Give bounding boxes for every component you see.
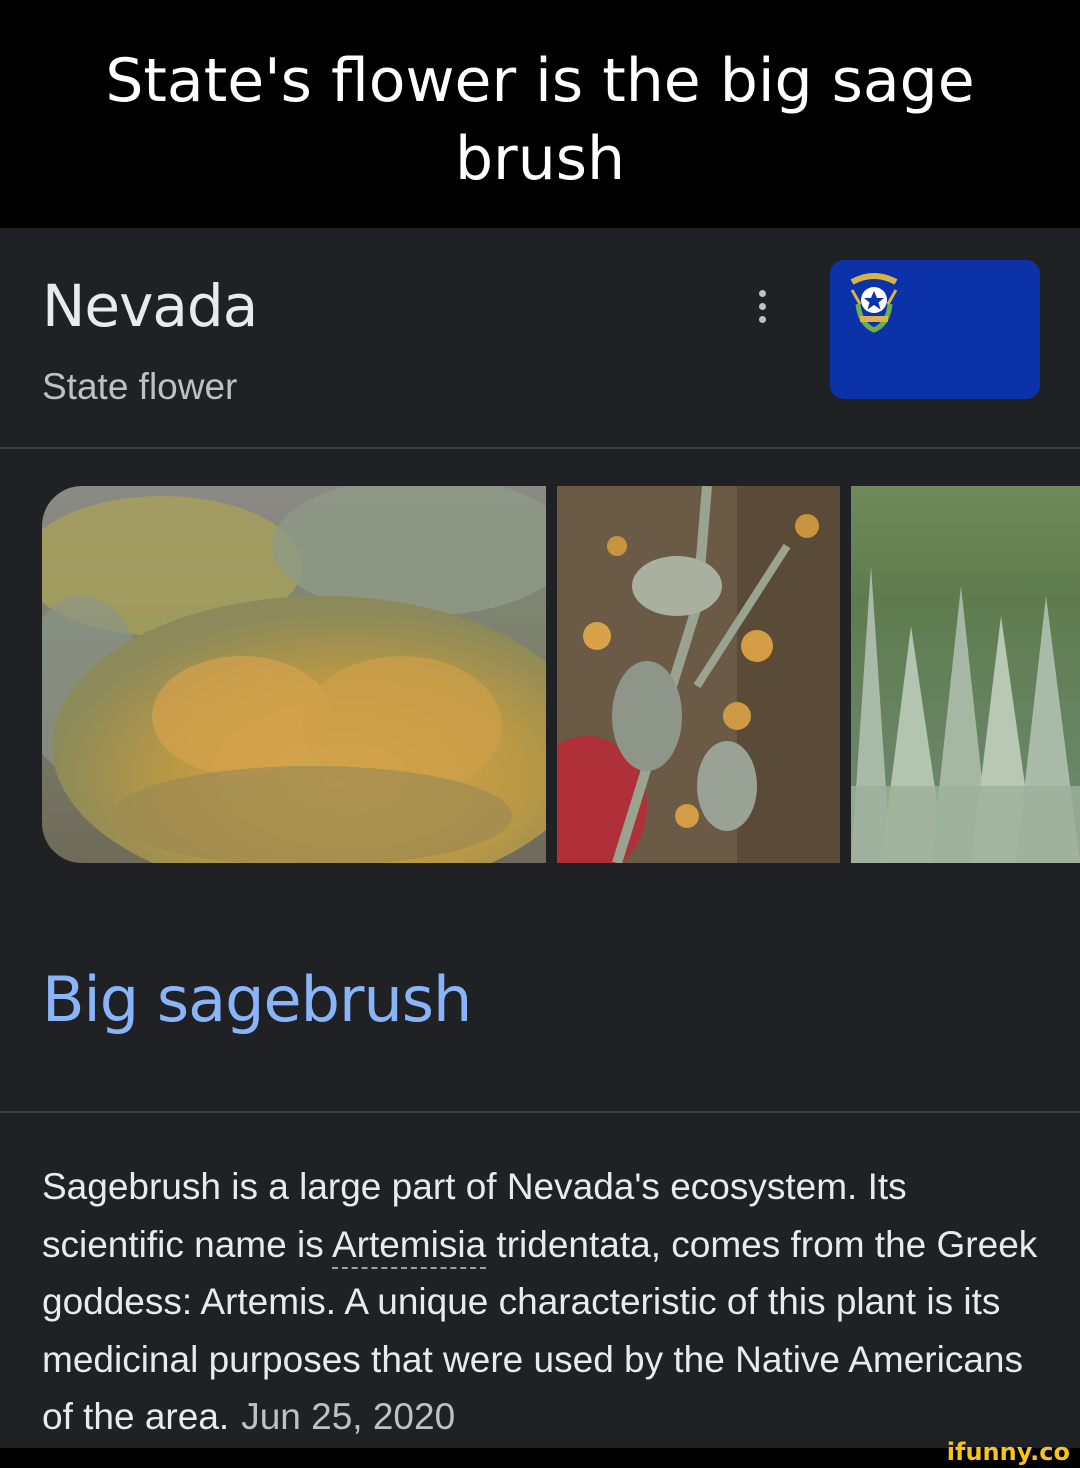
caption-line-2: brush xyxy=(454,124,626,194)
sagebrush-field-photo[interactable] xyxy=(851,486,1080,863)
description-text: Sagebrush is a large part of Nevada's ec… xyxy=(42,1158,1052,1446)
ifunny-watermark: ifunny.co xyxy=(946,1438,1070,1466)
flag-emblem-icon xyxy=(830,260,1040,399)
content-divider xyxy=(0,1111,1080,1113)
sagebrush-closeup-photo[interactable] xyxy=(557,486,840,863)
caption-line-1: State's flower is the big sage xyxy=(105,46,975,116)
header-divider xyxy=(0,447,1080,449)
more-options-button[interactable] xyxy=(744,284,780,328)
panel-title: Nevada xyxy=(42,272,258,340)
description-date: Jun 25, 2020 xyxy=(241,1396,456,1437)
sagebrush-bush-photo[interactable] xyxy=(42,486,546,863)
meme-caption: State's flower is the big sage brush xyxy=(0,0,1080,228)
nevada-flag-image[interactable] xyxy=(830,260,1040,399)
panel-subtitle: State flower xyxy=(42,366,238,407)
knowledge-panel: Nevada State flower Big sagebrush Sagebr… xyxy=(0,228,1080,1448)
artemisia-term-link[interactable]: Artemisia xyxy=(331,1223,487,1269)
entity-name-link[interactable]: Big sagebrush xyxy=(42,963,472,1036)
more-vert-icon xyxy=(758,289,766,297)
